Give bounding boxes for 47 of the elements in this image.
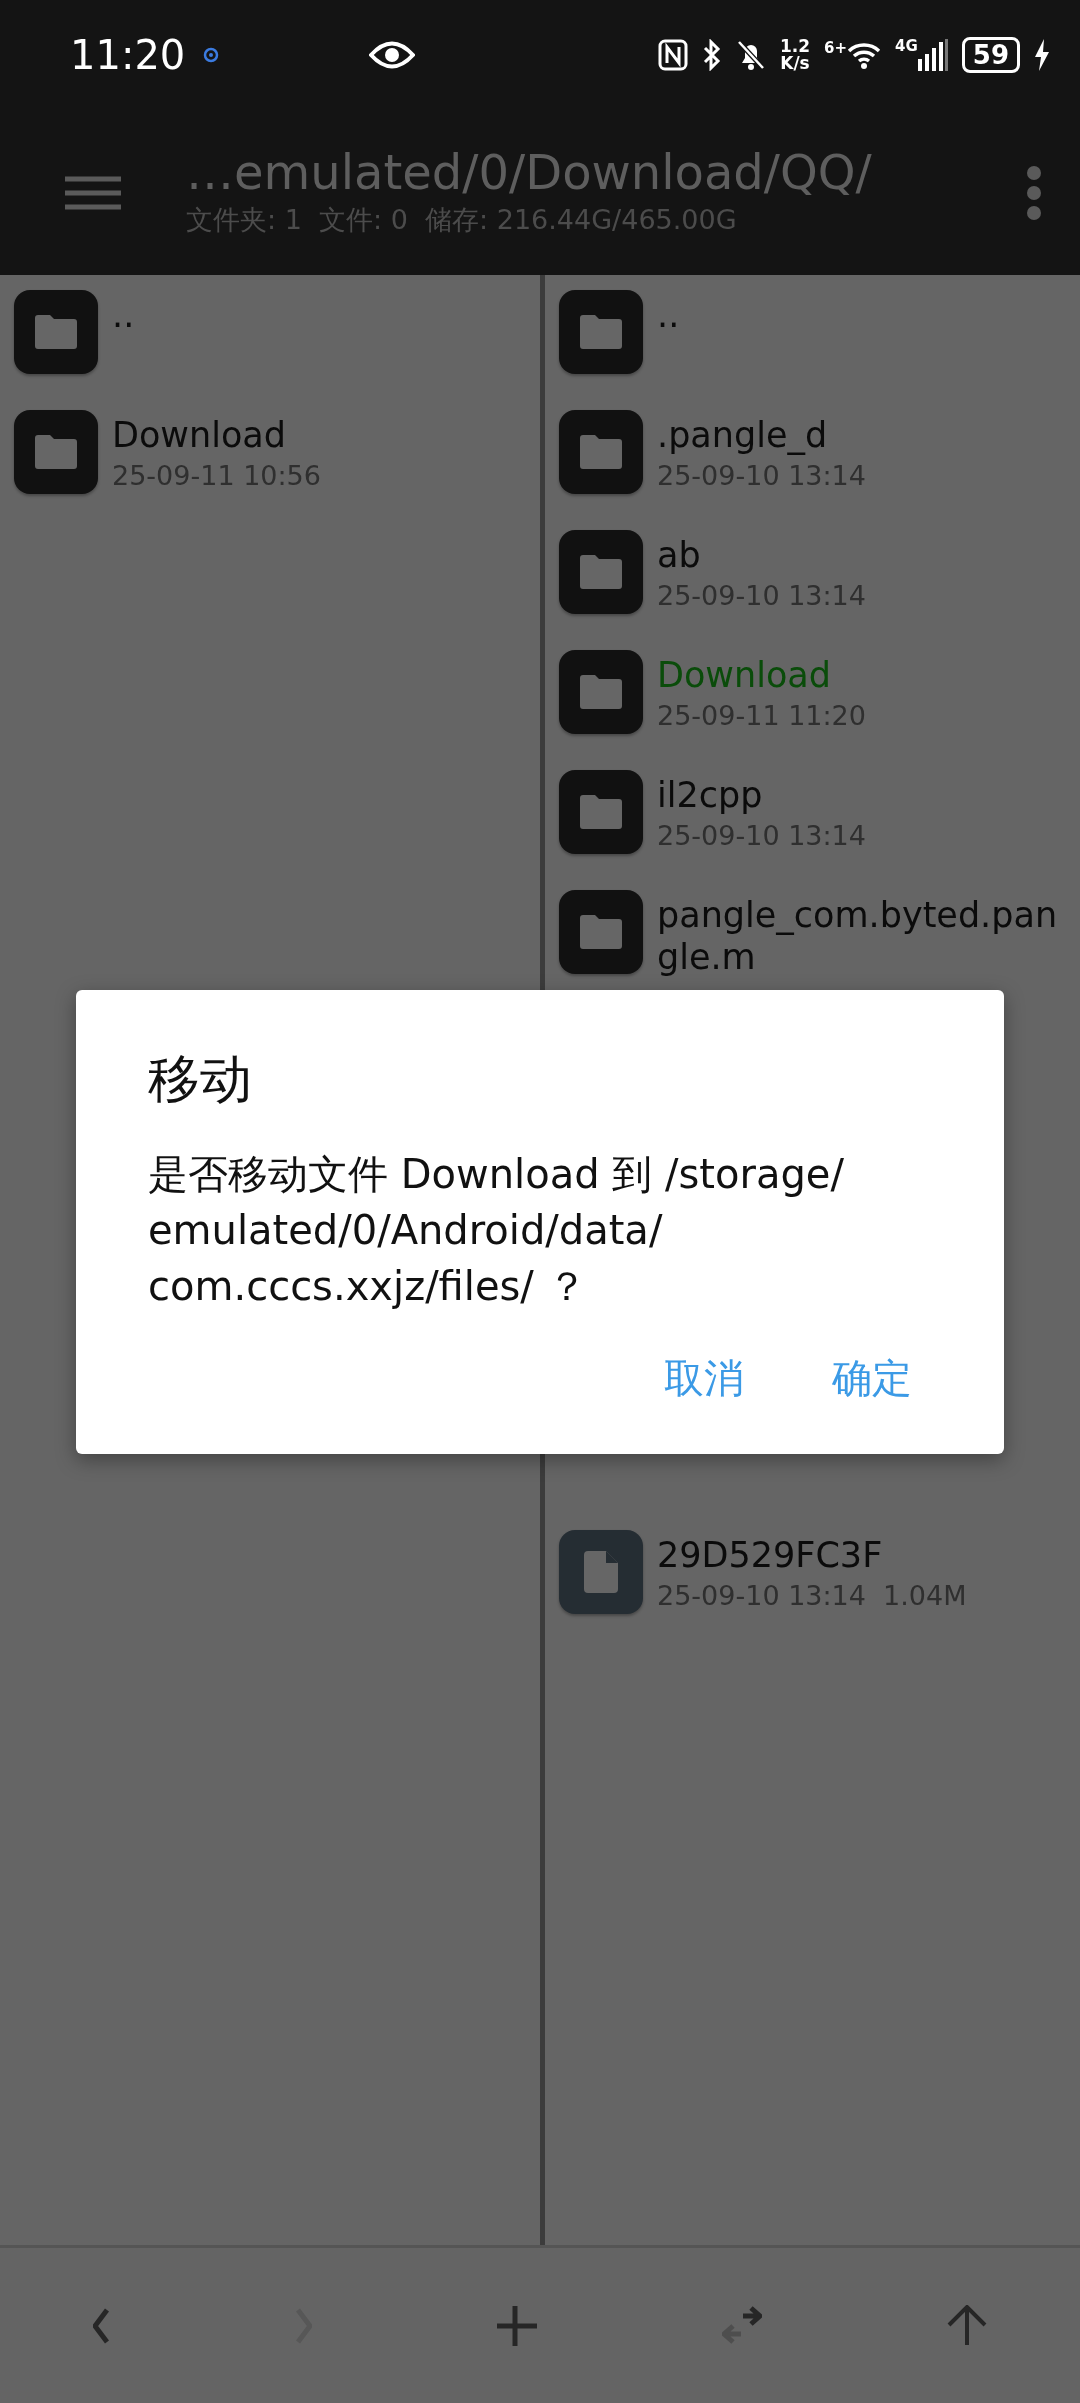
back-icon xyxy=(92,2307,110,2344)
file-name: Download xyxy=(112,414,287,456)
plus-icon xyxy=(496,2305,537,2346)
up-arrow-icon xyxy=(947,2304,988,2347)
confirm-button[interactable]: 确定 xyxy=(812,1338,932,1418)
battery-indicator: 59 xyxy=(961,37,1020,73)
eye-icon xyxy=(369,40,416,70)
file-name: il2cpp xyxy=(657,774,764,816)
network-speed-unit: K/s xyxy=(780,55,810,72)
wifi-icon xyxy=(847,41,882,69)
file-name: .. xyxy=(112,294,135,336)
cellular-label: 4G xyxy=(895,39,918,54)
status-time: 11:20 xyxy=(70,31,186,80)
folder-row[interactable]: pangle_com.byted.pangle.m xyxy=(545,890,1080,1010)
file-name: .pangle_d xyxy=(657,414,829,456)
wifi-label: 6+ xyxy=(824,41,848,56)
path-title: …emulated/0/Download/QQ/ xyxy=(186,144,873,200)
folder-icon xyxy=(559,890,643,974)
dialog-title: 移动 xyxy=(148,1048,253,1111)
nfc-icon xyxy=(657,39,688,71)
signal-bars-icon xyxy=(917,39,948,71)
file-icon xyxy=(559,1530,643,1614)
menu-icon xyxy=(65,175,121,210)
file-name: Download xyxy=(657,654,832,696)
folder-summary: 文件夹: 1 文件: 0 储存: 216.44G/465.00G xyxy=(186,202,738,237)
folder-icon xyxy=(559,410,643,494)
file-name: .. xyxy=(657,294,680,336)
folder-icon xyxy=(559,290,643,374)
more-options-icon xyxy=(1026,164,1042,221)
dialog-message: 是否移动文件 Download 到 /storage/emulated/0/Android/data/com.cccs.xxjz/files/ ？ xyxy=(148,1150,845,1311)
file-name: ab xyxy=(657,534,702,576)
folder-icon xyxy=(559,650,643,734)
folder-icon xyxy=(559,530,643,614)
location-dot-icon xyxy=(203,47,220,63)
folder-icon xyxy=(14,410,98,494)
folder-row[interactable]: .. xyxy=(545,290,1080,410)
network-speed-value: 1.2 xyxy=(779,38,811,55)
bell-off-icon xyxy=(735,39,766,71)
folder-icon xyxy=(14,290,98,374)
file-name: pangle_com.byted.pangle.m xyxy=(657,894,1059,978)
cancel-button[interactable]: 取消 xyxy=(644,1338,764,1418)
folder-icon xyxy=(559,770,643,854)
charging-bolt-icon xyxy=(1034,39,1050,71)
file-name: 29D529FC3F xyxy=(657,1534,884,1576)
folder-row[interactable]: .. xyxy=(0,290,540,410)
bluetooth-icon xyxy=(701,39,722,71)
swap-arrows-icon xyxy=(722,2306,763,2345)
